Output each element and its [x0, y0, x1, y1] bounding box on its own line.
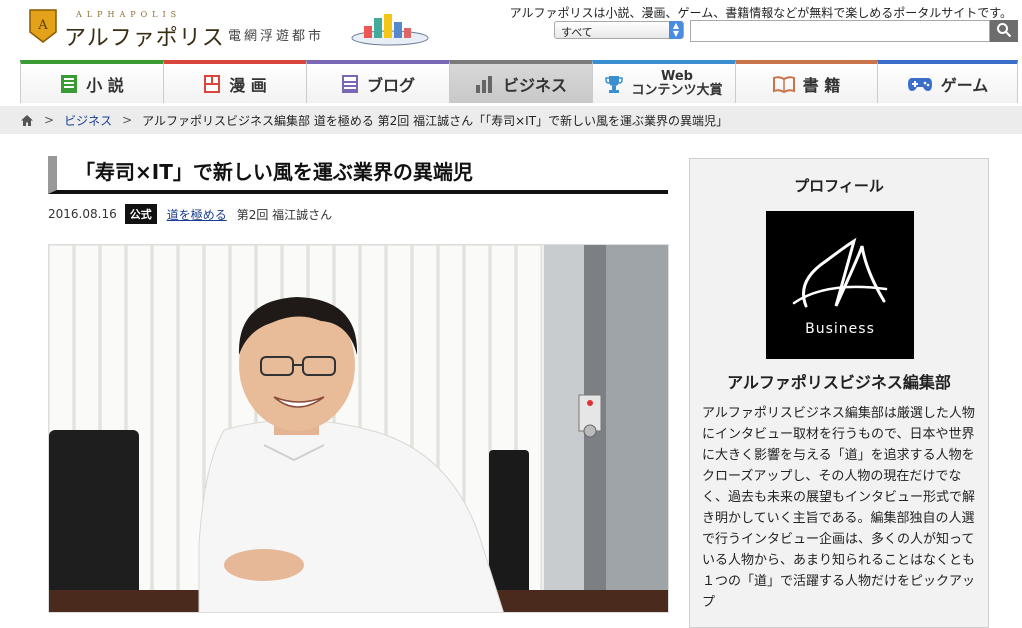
breadcrumb-link-business[interactable]: ビジネス [64, 112, 112, 129]
home-icon[interactable] [20, 114, 34, 127]
article-title: 「寿司×IT」で新しい風を運ぶ業界の異端児 [48, 156, 668, 194]
select-caret-icon: ▲ ▼ [669, 21, 683, 39]
svg-text:A: A [37, 18, 48, 33]
search-input[interactable] [690, 20, 990, 42]
nav-tab-label: 書 籍 [802, 75, 841, 95]
nav-tab-novel[interactable]: 小 説 [20, 60, 163, 103]
search-icon [997, 22, 1012, 37]
logo-small-text: ALPHAPOLIS [76, 10, 182, 19]
official-badge: 公式 [124, 204, 157, 224]
trophy-icon [605, 75, 624, 93]
breadcrumb: > ビジネス > アルファポリスビジネス編集部 道を極める 第2回 福江誠さん「… [0, 106, 1022, 134]
article-date: 2016.08.16 [48, 207, 117, 221]
nav-tab-label-bottom: コンテンツ大賞 [631, 82, 723, 98]
breadcrumb-current: アルファポリスビジネス編集部 道を極める 第2回 福江誠さん「「寿司×IT」で新… [142, 113, 729, 128]
site-tagline: アルファポリスは小説、漫画、ゲーム、書籍情報などが無料で楽しめるポータルサイトで… [509, 6, 1012, 20]
nav-tab-game[interactable]: ゲーム [877, 60, 1018, 103]
breadcrumb-separator: > [122, 113, 133, 127]
article-meta: 2016.08.16 公式 道を極める 第2回 福江誠さん [48, 204, 332, 224]
main-nav: 小 説 漫 画 ブログ ビジネス Web コンテンツ大賞 書 籍 ゲーム [20, 60, 1018, 103]
blog-icon [341, 74, 358, 93]
series-link[interactable]: 道を極める [167, 206, 227, 223]
city-skyline-icon [351, 14, 429, 46]
profile-heading: プロフィール [794, 177, 884, 195]
search-category-select[interactable]: すべて ▲ ▼ [554, 21, 684, 39]
logo-city: 電網浮遊都市 [228, 29, 325, 44]
nav-tab-label-group: Web コンテンツ大賞 [631, 68, 723, 98]
nav-tab-label: ブログ [366, 75, 415, 95]
site-logo[interactable]: A ALPHAPOLIS アルファポリス 電網浮遊都市 [28, 8, 429, 51]
open-book-icon [772, 75, 795, 93]
article-photo [48, 244, 669, 613]
site-header: A ALPHAPOLIS アルファポリス 電網浮遊都市 アルファポリスは小説、漫… [0, 0, 1022, 58]
business-logo: Business [766, 211, 914, 359]
business-logo-text: Business [805, 321, 875, 337]
nav-tab-blog[interactable]: ブログ [306, 60, 449, 103]
nav-tab-label: 小 説 [86, 75, 124, 95]
nav-tab-business[interactable]: ビジネス [449, 60, 592, 103]
book-icon [61, 74, 78, 93]
profile-name: アルファポリスビジネス編集部 [727, 373, 951, 392]
nav-tab-books[interactable]: 書 籍 [735, 60, 877, 103]
nav-tab-web-contents-award[interactable]: Web コンテンツ大賞 [592, 60, 735, 103]
gamepad-icon [907, 77, 932, 91]
alphapolis-seal-icon: A [29, 9, 57, 43]
search-button[interactable] [990, 20, 1018, 42]
alphapolis-business-logo-icon [792, 237, 888, 308]
nav-tab-label: 漫 画 [229, 75, 267, 95]
manga-icon [204, 74, 221, 93]
nav-tab-manga[interactable]: 漫 画 [163, 60, 306, 103]
nav-tab-label: ゲーム [940, 75, 989, 95]
search-category-value: すべて [561, 26, 593, 39]
nav-tab-label: ビジネス [502, 75, 567, 95]
breadcrumb-separator: > [44, 113, 55, 127]
chart-icon [475, 75, 492, 93]
logo-name: アルファポリス [64, 26, 225, 51]
interview-photo-illustration [49, 245, 668, 612]
profile-description: アルファポリスビジネス編集部は厳選した人物にインタビュー取材を行うもので、日本や… [702, 406, 976, 610]
profile-panel: プロフィール Business アルファポリスビジネス編集部 アルファポリスビジ… [689, 158, 989, 628]
nav-tab-label-top: Web [660, 68, 693, 84]
article-episode: 第2回 福江誠さん [236, 207, 333, 222]
